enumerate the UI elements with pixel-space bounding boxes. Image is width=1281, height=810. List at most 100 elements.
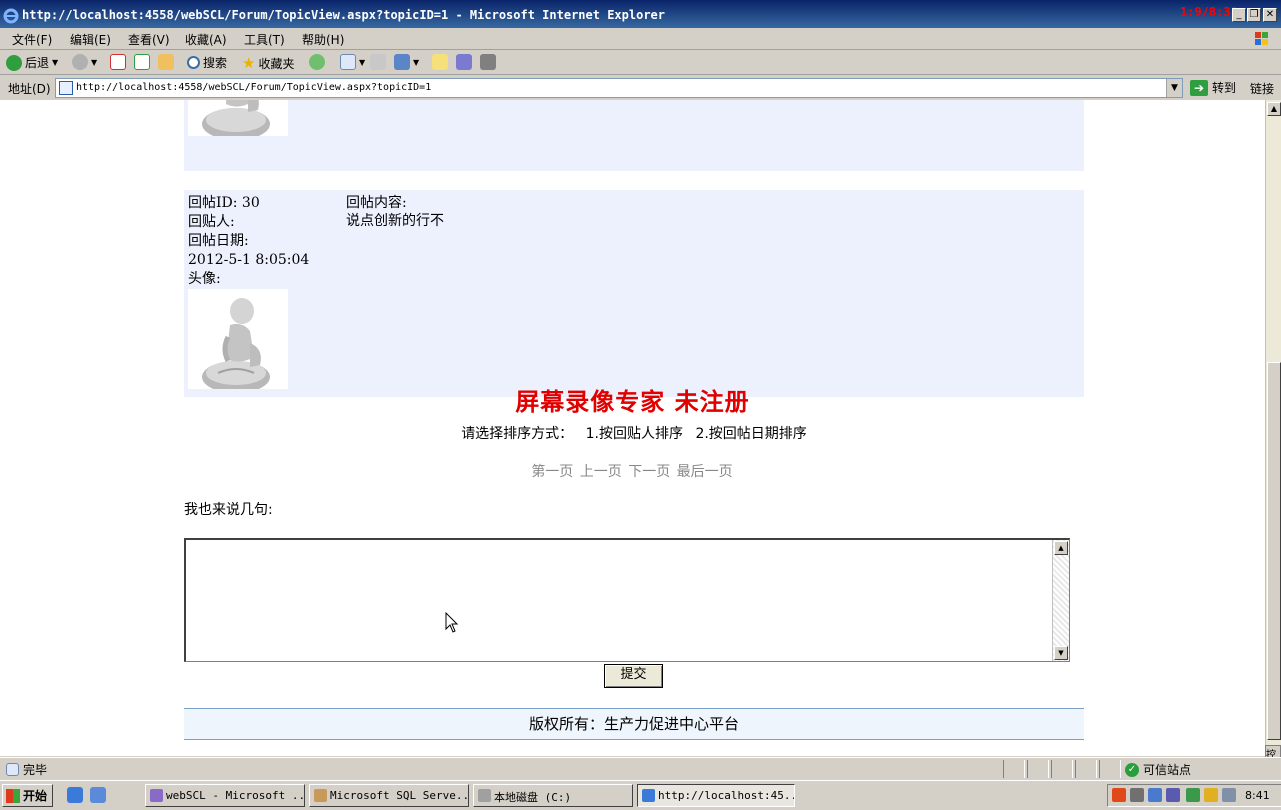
tray-app-icon[interactable] [1112,788,1126,802]
status-segment [1051,760,1073,778]
scroll-up-icon[interactable]: ▲ [1054,541,1068,555]
back-label: 后退 [25,56,50,70]
task-local-disk[interactable]: 本地磁盘 (C:) [473,784,633,807]
scroll-down-icon[interactable]: ▼ [1054,646,1068,660]
reply-id: 回帖ID: 30 [188,195,260,211]
search-icon [187,56,200,69]
prev-page-link[interactable]: 上一页 [580,464,622,480]
drive-icon [478,789,491,802]
home-button[interactable] [158,54,174,70]
sort-by-author-link[interactable]: 1.按回贴人排序 [586,426,683,442]
mail-button[interactable]: ▼ [340,54,365,70]
menu-edit[interactable]: 编辑(E) [70,31,111,48]
menu-tools[interactable]: 工具(T) [244,31,285,48]
first-page-link[interactable]: 第一页 [531,464,573,480]
task-sql-server[interactable]: Microsoft SQL Serve... [309,784,469,807]
thinker-figure-icon [202,298,270,389]
address-label: 地址(D) [8,82,51,96]
star-icon: ★ [242,54,256,72]
print-button[interactable] [370,54,386,70]
go-label: 转到 [1212,81,1237,95]
discuss-button[interactable] [432,54,448,70]
task-ie-localhost[interactable]: http://localhost:45... [637,784,795,807]
menu-view[interactable]: 查看(V) [128,31,170,48]
comment-textarea[interactable]: ▲ ▼ [184,538,1070,662]
minimize-button[interactable]: _ [1232,8,1246,22]
address-input[interactable]: http://localhost:4558/webSCL/Forum/Topic… [55,78,1183,98]
recorder-watermark: 屏幕录像专家 未注册 [515,387,750,416]
menu-help[interactable]: 帮助(H) [302,31,344,48]
start-button[interactable]: 开始 [2,784,53,807]
status-text: 完毕 [6,761,47,778]
submit-button[interactable]: 提交 [604,664,663,688]
research-icon [480,54,496,70]
tray-display-icon[interactable] [1166,788,1180,802]
stop-icon [110,54,126,70]
thinker-figure-icon [202,100,270,136]
recorder-clock: 1:9/8:38 [1180,5,1238,19]
quicklaunch-desktop-icon[interactable] [90,787,106,803]
page-scrollbar[interactable]: ▲ [1265,100,1281,756]
search-button[interactable]: 搜索 [187,54,227,71]
edit-icon [394,54,410,70]
task-label: webSCL - Microsoft ... [166,789,305,802]
standard-toolbar: 后退 ▼ ▼ 搜索 ★ 收藏夹 ▼ ▼ [0,51,1281,75]
stop-button[interactable] [110,54,126,70]
tray-bulb-icon[interactable] [1204,788,1218,802]
edit-button[interactable]: ▼ [394,54,419,70]
start-label: 开始 [23,789,48,803]
page-viewport: 回帖ID: 30 回贴人: 回帖日期: 2012-5-1 8:05:04 头像:… [0,100,1265,756]
zone-label: 可信站点 [1143,763,1192,777]
page-done-icon [6,763,19,776]
close-button[interactable]: ✕ [1263,8,1277,22]
window-titlebar: http://localhost:4558/webSCL/Forum/Topic… [0,0,1281,30]
sort-by-date-link[interactable]: 2.按回帖日期排序 [695,426,806,442]
address-dropdown-icon[interactable]: ▼ [1166,79,1182,97]
last-page-link[interactable]: 最后一页 [677,464,733,480]
favorites-label: 收藏夹 [258,56,295,71]
search-label: 搜索 [203,56,228,70]
refresh-icon [134,54,150,70]
mouse-cursor-icon [445,612,459,633]
previous-avatar [188,100,288,136]
task-webscl[interactable]: webSCL - Microsoft ... [145,784,305,807]
menu-favorites[interactable]: 收藏(A) [185,31,227,48]
comment-label: 我也来说几句: [184,502,273,518]
previous-reply-panel [184,100,1084,171]
tray-clock: 8:41 [1245,789,1270,802]
restore-button[interactable]: ❐ [1247,8,1261,22]
task-label: 本地磁盘 (C:) [494,791,572,804]
status-segment [1003,760,1025,778]
page-scroll-thumb[interactable] [1267,362,1281,740]
messenger-button[interactable] [456,54,472,70]
menu-file[interactable]: 文件(F) [12,31,52,48]
forward-button[interactable]: ▼ [72,54,97,70]
status-bar: 完毕 ✓ 可信站点 [0,757,1281,779]
favorites-button[interactable]: ★ 收藏夹 [242,54,294,72]
textarea-scrollbar[interactable]: ▲ ▼ [1052,540,1069,661]
tray-monitor-icon[interactable] [1148,788,1162,802]
discuss-icon [432,54,448,70]
back-button[interactable]: 后退 ▼ [6,54,58,71]
task-label: http://localhost:45... [658,789,795,802]
next-page-link[interactable]: 下一页 [628,464,670,480]
research-button[interactable] [480,54,496,70]
refresh-button[interactable] [134,54,150,70]
tray-network-icon[interactable] [1130,788,1144,802]
page-scroll-up-icon[interactable]: ▲ [1267,102,1281,116]
tray-shield-icon[interactable] [1186,788,1200,802]
go-arrow-icon: ➔ [1190,79,1208,96]
history-button[interactable] [309,54,325,70]
go-button[interactable]: ➔ 转到 [1190,79,1236,96]
sql-server-icon [314,789,327,802]
quicklaunch-ie-icon[interactable] [67,787,83,803]
tray-volume-icon[interactable] [1222,788,1236,802]
home-icon [158,54,174,70]
reply-date-value: 2012-5-1 8:05:04 [188,252,310,268]
reply-content: 回帖内容: 说点创新的行不 [346,194,444,230]
windows-flag-icon [6,788,20,803]
links-button[interactable]: 链接 [1250,80,1274,97]
reply-avatar-label: 头像: [188,271,221,287]
messenger-icon [456,54,472,70]
page-icon [59,81,73,95]
